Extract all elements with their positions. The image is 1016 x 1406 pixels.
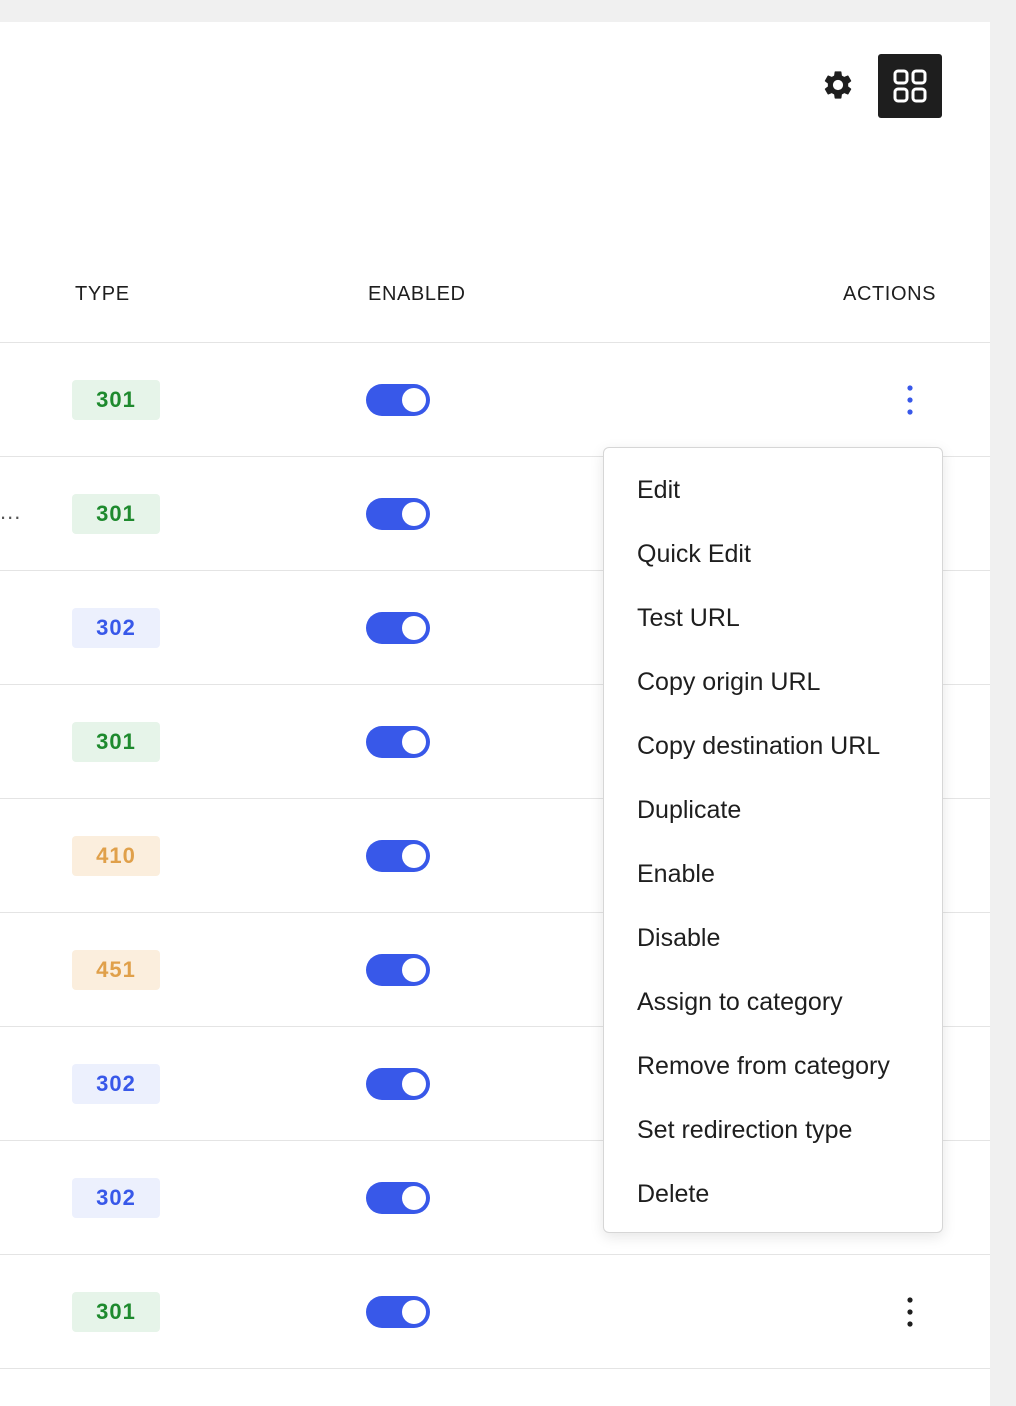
enabled-toggle[interactable] (366, 1296, 430, 1328)
toggle-knob (402, 844, 426, 868)
menu-item-edit[interactable]: Edit (604, 458, 942, 522)
redirect-type-badge: 301 (72, 494, 160, 534)
actions-dropdown-menu: Edit Quick Edit Test URL Copy origin URL… (603, 447, 943, 1233)
enabled-toggle[interactable] (366, 840, 430, 872)
menu-item-set-redirection-type[interactable]: Set redirection type (604, 1098, 942, 1162)
redirect-type-badge: 302 (72, 608, 160, 648)
column-header-actions: ACTIONS (843, 283, 937, 305)
column-header-type: TYPE (75, 283, 130, 305)
menu-item-copy-destination-url[interactable]: Copy destination URL (604, 714, 942, 778)
redirect-type-badge: 301 (72, 1292, 160, 1332)
redirect-type-badge: 451 (72, 950, 160, 990)
grid-view-icon (893, 69, 927, 103)
redirect-type-badge: 302 (72, 1064, 160, 1104)
redirect-type-badge: 301 (72, 380, 160, 420)
menu-item-enable[interactable]: Enable (604, 842, 942, 906)
menu-item-test-url[interactable]: Test URL (604, 586, 942, 650)
toggle-knob (402, 502, 426, 526)
menu-item-duplicate[interactable]: Duplicate (604, 778, 942, 842)
menu-item-copy-origin-url[interactable]: Copy origin URL (604, 650, 942, 714)
enabled-toggle[interactable] (366, 384, 430, 416)
enabled-toggle[interactable] (366, 612, 430, 644)
settings-button[interactable] (816, 63, 860, 107)
enabled-toggle[interactable] (366, 1182, 430, 1214)
table-row: 301 (0, 1255, 990, 1369)
redirect-type-badge: 302 (72, 1178, 160, 1218)
toggle-knob (402, 616, 426, 640)
column-header-enabled: ENABLED (368, 283, 466, 305)
gear-icon (824, 71, 852, 99)
menu-item-assign-to-category[interactable]: Assign to category (604, 970, 942, 1034)
enabled-toggle[interactable] (366, 1068, 430, 1100)
row-actions-button[interactable] (890, 380, 930, 420)
toggle-knob (402, 1072, 426, 1096)
enabled-toggle[interactable] (366, 726, 430, 758)
menu-item-quick-edit[interactable]: Quick Edit (604, 522, 942, 586)
more-vertical-icon (907, 385, 913, 415)
toggle-knob (402, 388, 426, 412)
menu-item-delete[interactable]: Delete (604, 1162, 942, 1226)
grid-view-button[interactable] (878, 54, 942, 118)
toggle-knob (402, 730, 426, 754)
toggle-knob (402, 1186, 426, 1210)
enabled-toggle[interactable] (366, 498, 430, 530)
menu-item-remove-from-category[interactable]: Remove from category (604, 1034, 942, 1098)
redirect-type-badge: 410 (72, 836, 160, 876)
row-actions-button[interactable] (890, 1292, 930, 1332)
table-row: 301 (0, 343, 990, 457)
more-vertical-icon (907, 1297, 913, 1327)
redirect-type-badge: 301 (72, 722, 160, 762)
enabled-toggle[interactable] (366, 954, 430, 986)
truncated-cell-text: ... (0, 499, 22, 524)
toggle-knob (402, 958, 426, 982)
toggle-knob (402, 1300, 426, 1324)
menu-item-disable[interactable]: Disable (604, 906, 942, 970)
